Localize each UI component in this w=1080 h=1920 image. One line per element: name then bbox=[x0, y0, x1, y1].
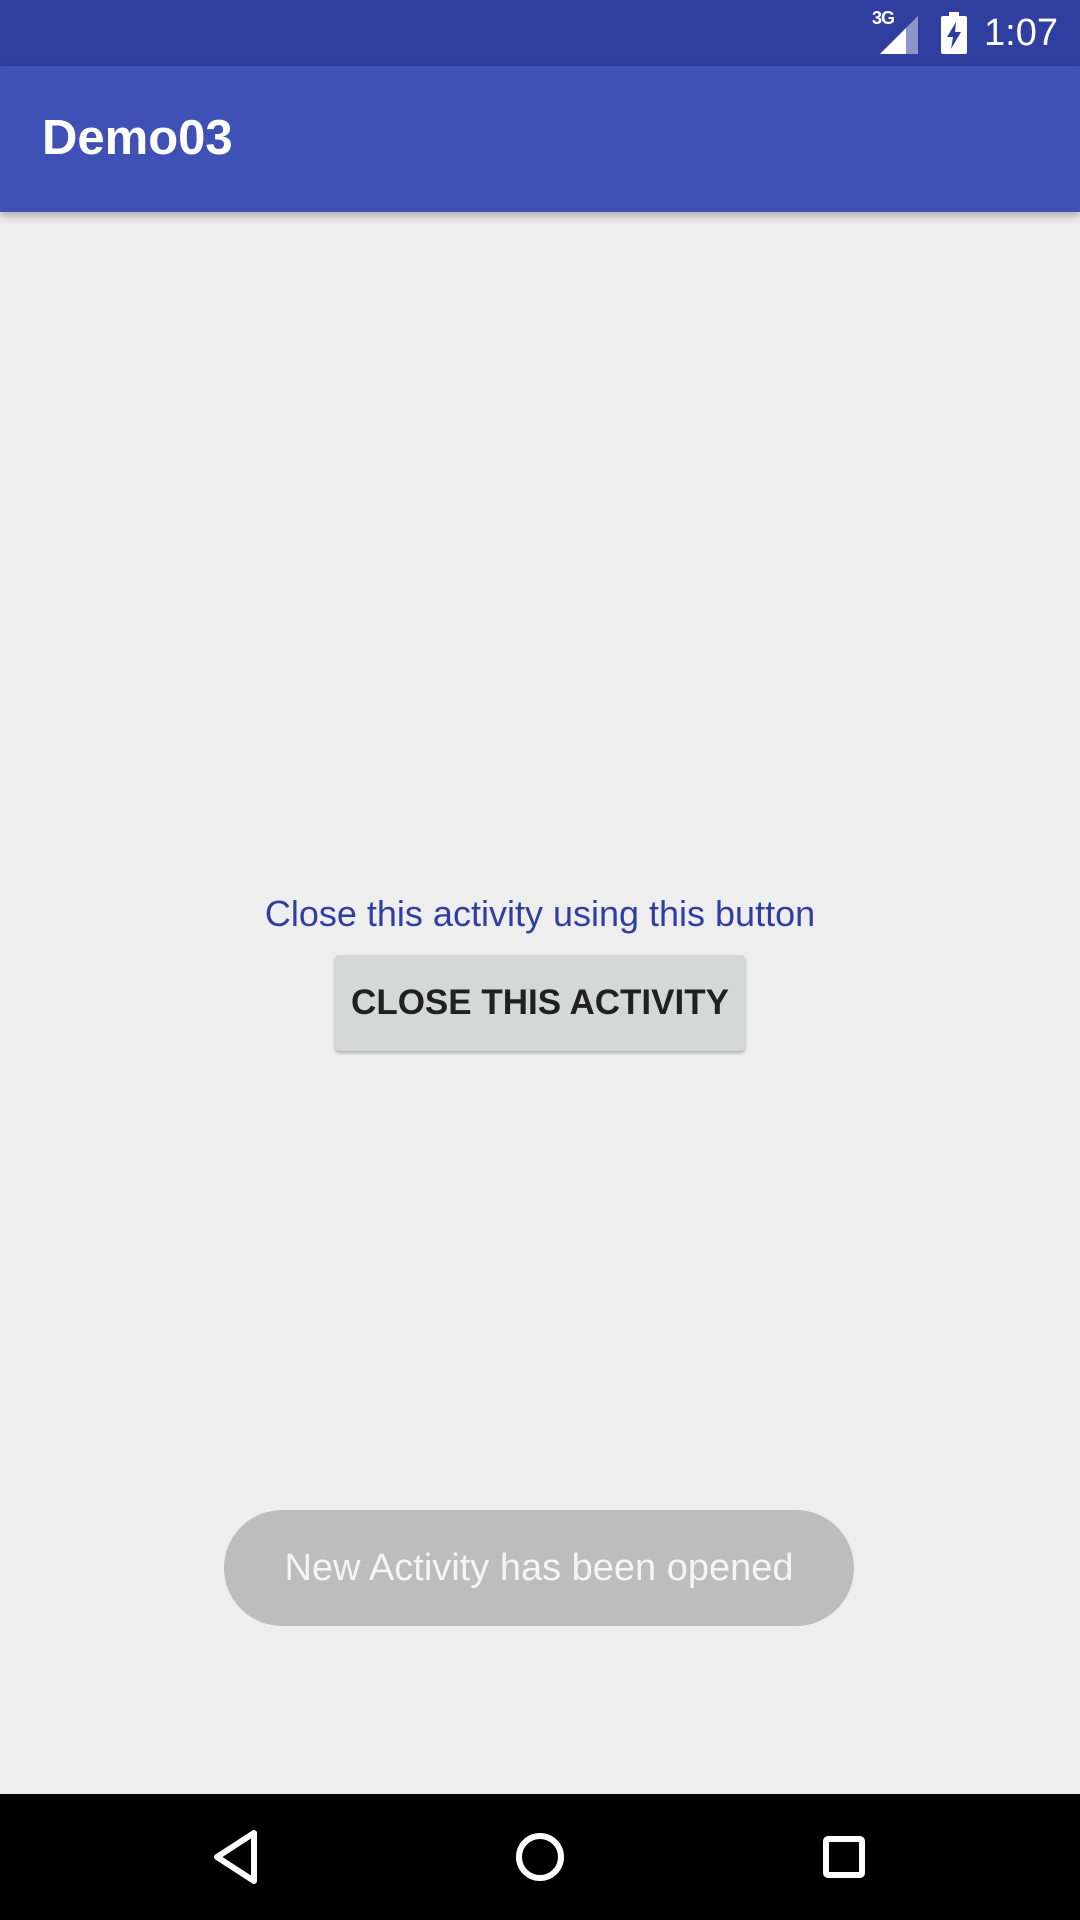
home-icon bbox=[516, 1833, 564, 1881]
status-bar: 3G 1:07 bbox=[0, 0, 1080, 66]
cell-signal: 3G bbox=[872, 8, 920, 54]
recents-button[interactable] bbox=[784, 1794, 904, 1920]
recents-icon bbox=[823, 1836, 865, 1878]
app-bar: Demo03 bbox=[0, 66, 1080, 212]
status-time: 1:07 bbox=[984, 11, 1058, 54]
toast-message: New Activity has been opened bbox=[224, 1510, 854, 1626]
status-icons: 3G 1:07 bbox=[872, 0, 1058, 66]
instruction-text: Close this activity using this button bbox=[264, 893, 816, 934]
app-title: Demo03 bbox=[42, 111, 233, 165]
close-activity-button[interactable]: CLOSE THIS ACTIVITY bbox=[335, 955, 745, 1051]
navigation-bar bbox=[0, 1794, 1080, 1920]
home-button[interactable] bbox=[480, 1794, 600, 1920]
back-icon bbox=[214, 1830, 257, 1884]
battery-charging-icon bbox=[941, 12, 968, 54]
back-button[interactable] bbox=[176, 1794, 296, 1920]
signal-icon bbox=[880, 16, 919, 54]
